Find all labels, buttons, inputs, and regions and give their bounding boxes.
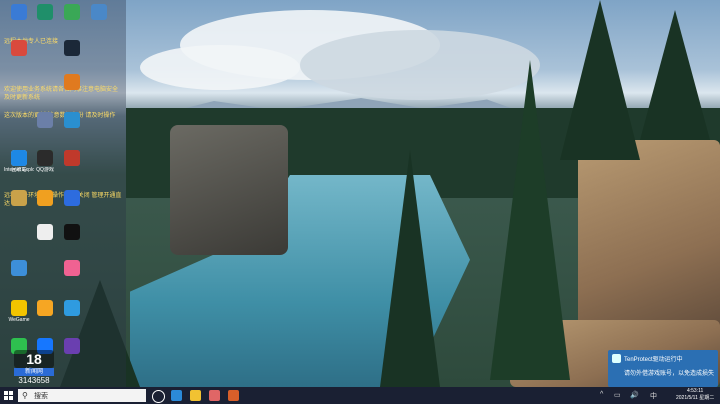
app-crown-icon: [64, 338, 80, 354]
cloud: [140, 45, 300, 90]
app-red-icon: [64, 150, 80, 166]
app-red-shortcut[interactable]: [57, 150, 87, 166]
tray-network-icon[interactable]: ▭: [614, 391, 621, 399]
tray-ime-indicator[interactable]: 中: [650, 391, 657, 401]
widget-number: 18: [14, 350, 54, 368]
app-folder-icon: [11, 190, 27, 206]
app-grid-shortcut[interactable]: [30, 112, 60, 128]
news-widget[interactable]: 18 新闻网 3143658: [14, 350, 54, 385]
shortcut-label: WeGame: [8, 317, 30, 323]
app-steam-icon: [64, 40, 80, 56]
app-person-shortcut[interactable]: [4, 260, 34, 276]
widget-label: 新闻网: [14, 368, 54, 376]
app-browser-shortcut[interactable]: [57, 190, 87, 206]
toast-body: 请勿外借游戏账号，以免造成损失: [624, 371, 715, 377]
toast-notification[interactable]: TenProtect驱动运行中 请勿外借游戏账号，以免造成损失: [608, 350, 718, 387]
app-blue-icon: [11, 4, 27, 20]
left-cliff: [170, 125, 288, 255]
pine-tree: [560, 0, 640, 160]
app-rainbow-icon: [64, 260, 80, 276]
taskbar-clock[interactable]: 4:53:11 2021/5/11 星期二: [676, 388, 714, 402]
app-smile-icon: [37, 300, 53, 316]
app-orange-icon: [64, 74, 80, 90]
task-view-icon[interactable]: [152, 390, 165, 403]
pine-tree: [640, 10, 710, 140]
app-mw-icon: [64, 224, 80, 240]
shortcut-label: QQ游戏: [36, 167, 54, 173]
file-explorer-icon[interactable]: [190, 390, 201, 401]
app-rainbow-shortcut[interactable]: [57, 260, 87, 276]
app-orange-shortcut[interactable]: [57, 74, 87, 90]
app-ring-shortcut[interactable]: [57, 112, 87, 128]
qq-game-icon: [37, 150, 53, 166]
internet-explorer-icon: [11, 150, 27, 166]
clock-date: 2021/5/11 星期二: [676, 395, 715, 401]
taskbar: ⚲ 搜索 ^ ▭ 🔊 中 4:53:11 2021/5/11 星期二: [0, 387, 720, 404]
clock-time: 4:53:11: [686, 388, 704, 394]
store-icon[interactable]: [209, 390, 220, 401]
pine-tree: [380, 150, 440, 387]
app-browser-icon: [64, 190, 80, 206]
windows-logo-icon: [4, 391, 13, 400]
start-button[interactable]: [2, 389, 15, 402]
app-cloud-icon: [91, 4, 107, 20]
app-ring-icon: [64, 112, 80, 128]
app-chrome-icon: [11, 40, 27, 56]
app-steam-shortcut[interactable]: [57, 40, 87, 56]
search-icon: ⚲: [22, 391, 28, 400]
tenprotect-icon: [612, 354, 621, 363]
app-x-icon: [37, 4, 53, 20]
qq-game-shortcut[interactable]: QQ游戏: [30, 150, 60, 173]
widget-count: 3143658: [18, 376, 50, 385]
tray-volume-icon[interactable]: 🔊: [630, 391, 639, 399]
app-mw-shortcut[interactable]: [57, 224, 87, 240]
edge-icon[interactable]: [171, 390, 182, 401]
app-cloud-shortcut[interactable]: [84, 4, 114, 20]
taskbar-search[interactable]: ⚲ 搜索: [18, 389, 146, 402]
app-grid-icon: [37, 112, 53, 128]
app-green-icon: [64, 4, 80, 20]
wegame-icon: [11, 300, 27, 316]
app-x-shortcut[interactable]: [30, 4, 60, 20]
app-chrome-shortcut[interactable]: [4, 40, 34, 56]
app-doc-shortcut[interactable]: [30, 224, 60, 240]
app-person-icon: [11, 260, 27, 276]
right-cliff: [578, 140, 720, 340]
app-smile-shortcut[interactable]: [30, 300, 60, 316]
search-placeholder: 搜索: [34, 393, 48, 400]
app-green-shortcut[interactable]: [57, 4, 87, 20]
app-shield-icon: [37, 190, 53, 206]
app-taskbar-icon[interactable]: [228, 390, 239, 401]
app-shield-shortcut[interactable]: [30, 190, 60, 206]
app-lens-icon: [64, 300, 80, 316]
desktop-icon-area: 远程本地专人已连接 欢迎使用业务系统请各位同事注意电脑安全及时更新系统 这次版本…: [0, 0, 126, 387]
app-crown-shortcut[interactable]: [57, 338, 87, 354]
tray-chevron-icon[interactable]: ^: [600, 391, 603, 398]
app-doc-icon: [37, 224, 53, 240]
pine-tree: [490, 60, 570, 380]
toast-title: TenProtect驱动运行中: [624, 357, 683, 363]
app-lens-shortcut[interactable]: [57, 300, 87, 316]
